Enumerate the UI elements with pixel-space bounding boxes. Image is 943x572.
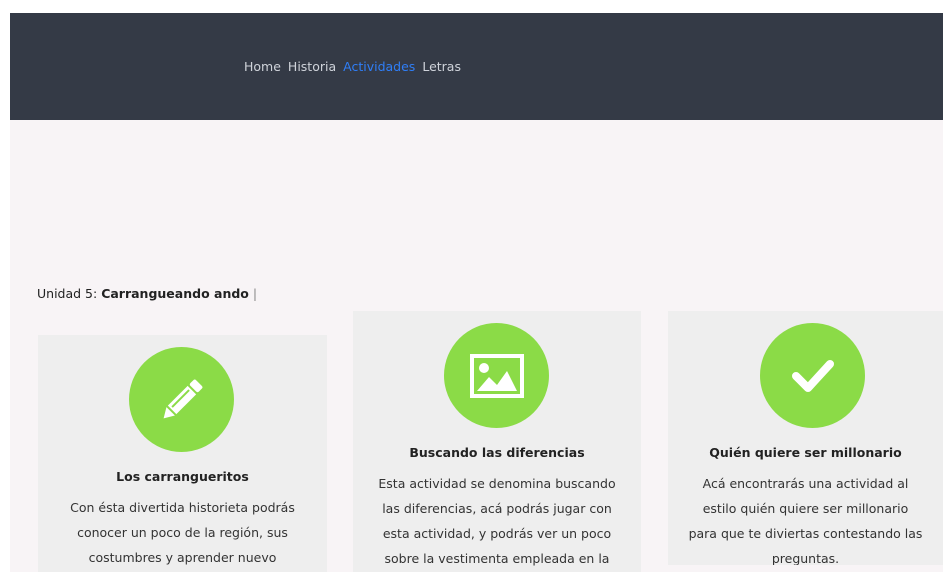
pencil-icon (129, 347, 234, 452)
nav-historia[interactable]: Historia (288, 59, 336, 75)
activity-card-millonario[interactable]: Quién quiere ser millonario Acá encontra… (668, 311, 943, 565)
unit-prefix: Unidad 5: (37, 286, 102, 301)
unit-name: Carrangueando ando (101, 286, 249, 301)
card-title: Buscando las diferencias (409, 445, 585, 460)
main-nav: Home Historia Actividades Letras (244, 59, 468, 75)
activity-card-diferencias[interactable]: Buscando las diferencias Esta actividad … (353, 311, 641, 572)
nav-home[interactable]: Home (244, 59, 281, 75)
checkmark-icon (760, 323, 865, 428)
card-description: Esta actividad se denomina buscando las … (378, 476, 616, 566)
page: Home Historia Actividades Letras Unidad … (0, 0, 943, 572)
unit-heading: Unidad 5: Carrangueando ando | (37, 286, 257, 301)
card-title: Quién quiere ser millonario (709, 445, 902, 460)
image-icon (444, 323, 549, 428)
activity-card-carranguerito s[interactable]: Los carrangueritos Con ésta divertida hi… (38, 335, 327, 572)
unit-suffix: | (248, 286, 258, 301)
header-bar (10, 13, 943, 120)
nav-actividades[interactable]: Actividades (343, 59, 415, 75)
card-description: Con ésta divertida historieta podrás con… (70, 500, 295, 565)
nav-letras[interactable]: Letras (422, 59, 461, 75)
card-description: Acá encontrarás una actividad al estilo … (688, 476, 923, 565)
card-title: Los carrangueritos (116, 469, 249, 484)
